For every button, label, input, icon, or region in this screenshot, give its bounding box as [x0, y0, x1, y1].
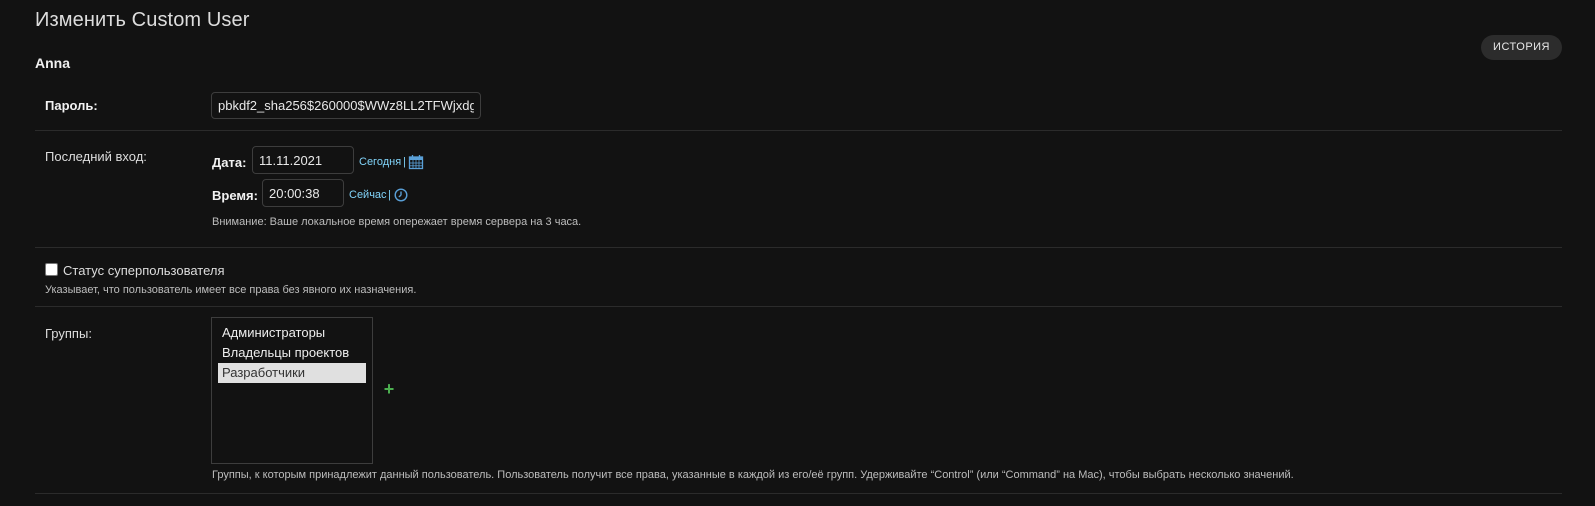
group-option-selected[interactable]: Разработчики: [218, 363, 366, 383]
groups-select[interactable]: Администраторы Владельцы проектов Разраб…: [211, 317, 373, 464]
page-title: Изменить Custom User: [35, 9, 250, 31]
clock-icon[interactable]: [394, 188, 408, 202]
timezone-warning: Внимание: Ваше локальное время опережает…: [212, 216, 582, 228]
date-input[interactable]: [252, 146, 354, 174]
history-button[interactable]: ИСТОРИЯ: [1481, 35, 1562, 60]
divider: [35, 130, 1562, 131]
today-link[interactable]: Сегодня: [359, 156, 401, 168]
object-name: Anna: [35, 55, 70, 71]
divider: [35, 247, 1562, 248]
calendar-icon[interactable]: [408, 154, 424, 170]
time-input[interactable]: [262, 179, 344, 207]
superuser-checkbox[interactable]: [45, 263, 58, 276]
time-label: Время:: [212, 188, 258, 203]
group-option[interactable]: Владельцы проектов: [218, 343, 366, 363]
groups-help: Группы, к которым принадлежит данный пол…: [212, 469, 1294, 481]
password-field[interactable]: [211, 92, 481, 119]
last-login-label: Последний вход:: [45, 149, 147, 164]
group-option[interactable]: Администраторы: [218, 323, 366, 343]
password-label: Пароль:: [45, 98, 98, 113]
divider: [35, 493, 1562, 494]
superuser-help: Указывает, что пользователь имеет все пр…: [45, 284, 417, 296]
link-separator: |: [388, 189, 391, 201]
date-label: Дата:: [212, 155, 247, 170]
now-link[interactable]: Сейчас: [349, 189, 387, 201]
divider: [35, 306, 1562, 307]
plus-icon[interactable]: +: [383, 380, 395, 398]
groups-label: Группы:: [45, 326, 92, 341]
link-separator: |: [403, 156, 406, 168]
superuser-label: Статус суперпользователя: [63, 263, 225, 278]
